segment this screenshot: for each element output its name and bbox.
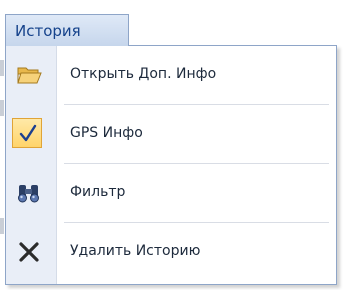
history-menu-title: История [15, 22, 81, 40]
background-window-fragment [0, 218, 4, 234]
menu-item-filter[interactable]: Фильтр [6, 164, 336, 222]
folder-open-icon [15, 61, 43, 89]
delete-x-icon [15, 238, 43, 266]
menu-item-label: Открыть Доп. Инфо [70, 66, 217, 82]
screen: История Открыть Доп. Инфо GPS Инфо Фильт… [0, 0, 364, 290]
menu-item-delete-history[interactable]: Удалить Историю [6, 223, 336, 281]
menu-item-open-extra-info[interactable]: Открыть Доп. Инфо [6, 46, 336, 104]
menu-item-label: GPS Инфо [70, 125, 143, 141]
menu-item-label: Фильтр [70, 184, 126, 200]
checkmark-icon [14, 120, 42, 148]
menu-item-label: Удалить Историю [70, 243, 201, 259]
background-window-fragment [0, 100, 4, 116]
binoculars-icon [15, 179, 43, 207]
menu-item-gps-info[interactable]: GPS Инфо [6, 105, 336, 163]
history-dropdown-menu: Открыть Доп. Инфо GPS Инфо Фильтр Удалит… [5, 45, 337, 285]
background-window-fragment [0, 60, 4, 76]
history-menu-tab[interactable]: История [5, 14, 129, 46]
